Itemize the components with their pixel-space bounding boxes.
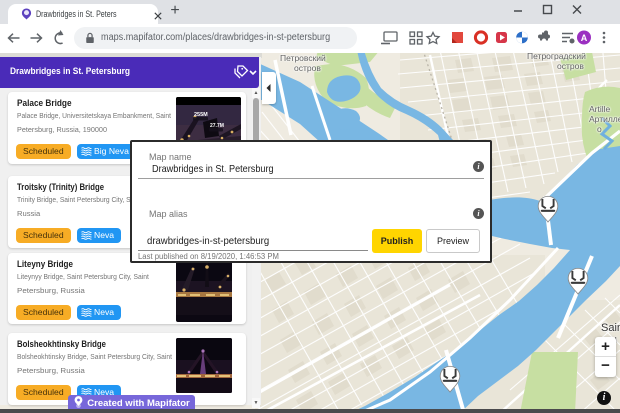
svg-text:A: A bbox=[581, 33, 588, 43]
